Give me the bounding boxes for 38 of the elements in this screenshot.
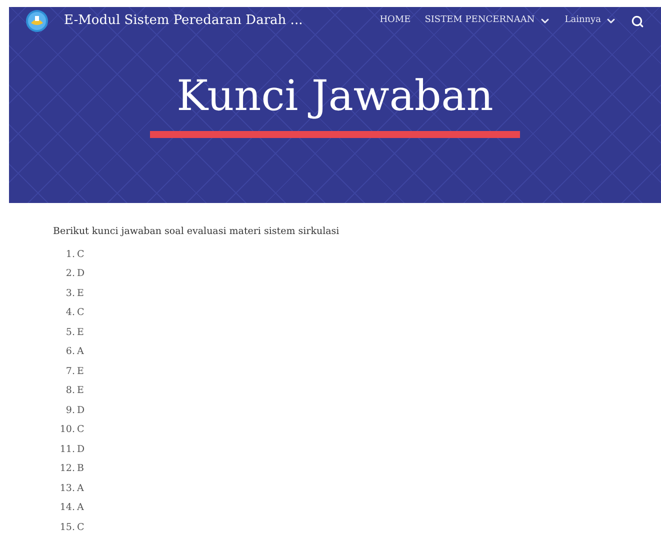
answer-letter: A xyxy=(77,501,84,516)
answer-number: 14. xyxy=(58,501,75,516)
answer-number: 13. xyxy=(58,482,75,496)
site-title[interactable]: E-Modul Sistem Peredaran Darah ... xyxy=(64,11,303,31)
answer-letter: E xyxy=(77,286,84,301)
answer-letter: D xyxy=(77,267,85,282)
answer-letter: B xyxy=(77,462,84,476)
answer-letter: D xyxy=(77,442,85,457)
nav-item[interactable]: SISTEM PENCERNAAN xyxy=(424,14,551,28)
page-title: Kunci Jawaban xyxy=(176,71,494,121)
answer-number: 4. xyxy=(64,306,75,320)
answer-letter: A xyxy=(77,345,84,360)
answer-letter: E xyxy=(77,384,84,398)
answer-letter: E xyxy=(77,364,84,379)
answer-letter: C xyxy=(77,248,84,262)
answer-number: 5. xyxy=(64,326,75,340)
answer-number: 15. xyxy=(58,520,75,534)
answer-number: 12. xyxy=(58,462,75,476)
answer-letter: C xyxy=(77,520,84,534)
answer-number: 1. xyxy=(64,248,75,262)
answer-number: 10. xyxy=(58,423,75,438)
answer-number: 6. xyxy=(64,345,75,360)
nav-item[interactable]: Lainnya xyxy=(564,14,617,28)
answer-letter: C xyxy=(77,423,84,438)
answer-letter: E xyxy=(77,326,84,340)
search-icon[interactable] xyxy=(631,14,644,28)
answer-number: 2. xyxy=(64,267,75,282)
answer-number: 3. xyxy=(64,286,75,301)
answer-number: 11. xyxy=(58,442,75,457)
answer-letter: A xyxy=(77,482,84,496)
answer-number: 8. xyxy=(64,384,75,398)
answer-letter: D xyxy=(77,404,85,418)
emblem-icon[interactable] xyxy=(26,10,48,32)
nav-item[interactable]: HOME xyxy=(380,14,411,28)
answer-letter: C xyxy=(77,306,84,320)
answer-number: 9. xyxy=(64,404,75,418)
intro-text: Berikut kunci jawaban soal evaluasi materi sistem sirkulasi xyxy=(53,225,340,239)
answer-number: 7. xyxy=(64,364,75,379)
